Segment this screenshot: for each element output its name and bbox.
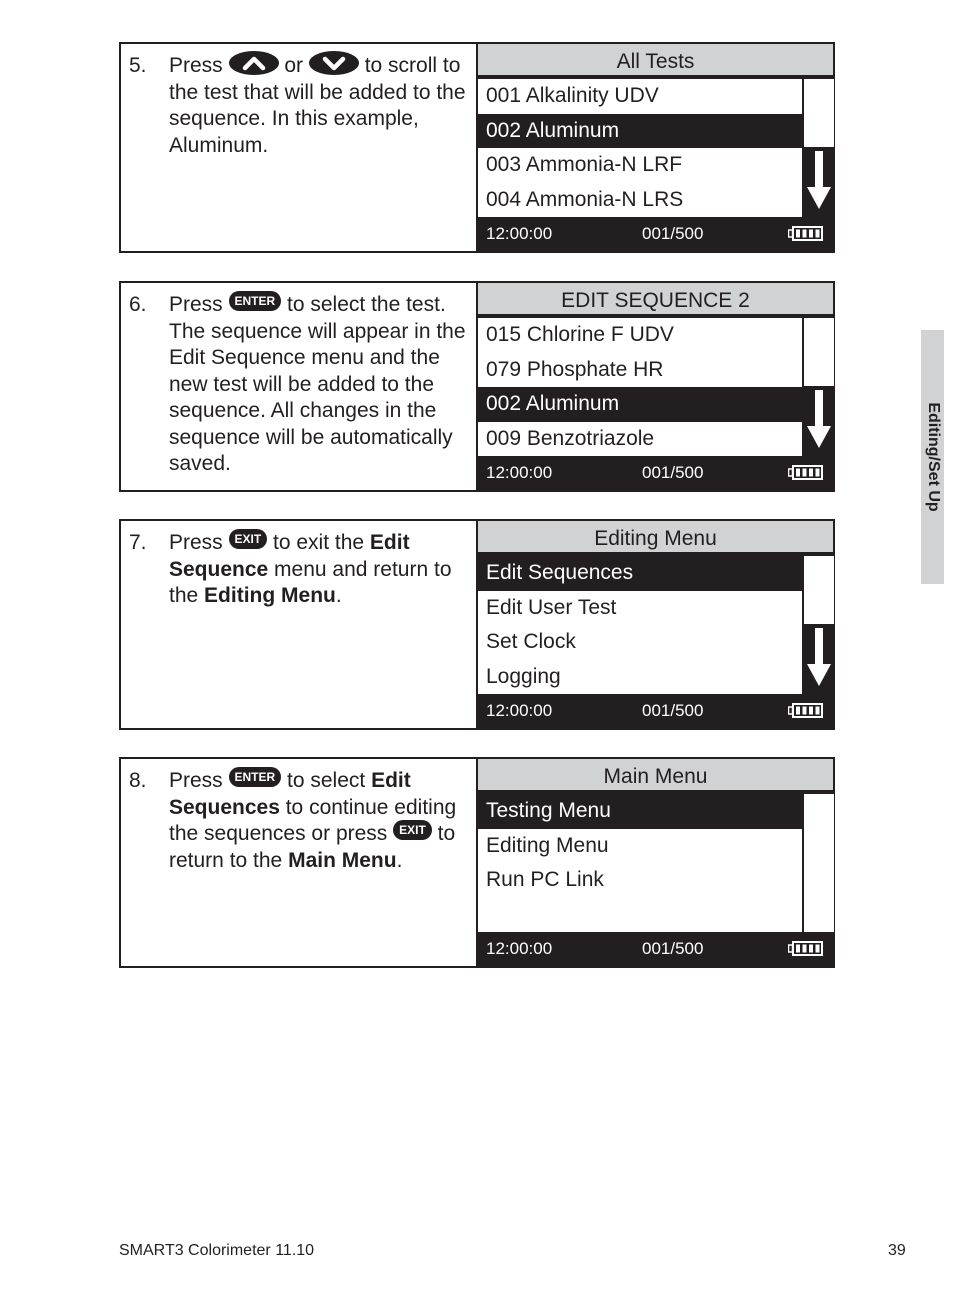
test-counter: 001/500 [642, 701, 704, 720]
scroll-down-arrow-icon [807, 151, 831, 209]
instruction-text: Press [169, 531, 229, 554]
scroll-down-arrow-icon [807, 390, 831, 448]
device-screen: All Tests 001 Alkalinity UDV 002 Aluminum 0… [478, 44, 834, 251]
battery-icon [788, 465, 823, 480]
menu-item-selected[interactable]: Testing Menu [478, 794, 802, 829]
step-instructions: 5. Press or to scroll to the test that wi… [121, 44, 478, 251]
step-instructions: 8. Press ENTER to select Edit Sequences t… [121, 759, 478, 966]
device-screen: Main Menu Testing Menu Editing Menu Run PC … [478, 759, 834, 966]
step-instructions: 6. Press ENTER to select the test. The se… [121, 283, 478, 490]
scroll-thumb[interactable] [804, 556, 834, 624]
menu-item[interactable] [478, 897, 802, 932]
section-tab-label: Editing/Set Up [924, 402, 942, 512]
emphasis-text: Editing Menu [204, 584, 336, 607]
menu-item[interactable]: 003 Ammonia-N LRF [478, 148, 802, 183]
step-body: Press EXIT to exit the Edit Sequence men… [169, 529, 466, 610]
step-instructions: 7. Press EXIT to exit the Edit Sequence m… [121, 521, 478, 728]
page-number: 39 [888, 1242, 906, 1259]
menu-item[interactable]: 079 Phosphate HR [478, 352, 802, 387]
screen-title: Main Menu [478, 759, 833, 792]
screen-title: EDIT SEQUENCE 2 [478, 283, 833, 316]
instruction-text: Press [169, 769, 229, 792]
clock-time: 12:00:00 [486, 701, 553, 720]
test-counter: 001/500 [642, 224, 704, 243]
section-side-tab: Editing/Set Up [921, 330, 944, 584]
menu-list: 001 Alkalinity UDV 002 Aluminum 003 Ammoni… [478, 79, 802, 217]
emphasis-text: Main Menu [288, 848, 397, 872]
menu-item[interactable]: Run PC Link [478, 863, 802, 898]
instruction-text: to exit the [267, 531, 370, 554]
instruction-text: to select the test. The sequence will ap… [169, 293, 466, 475]
scrollbar[interactable] [804, 556, 834, 694]
down-arrow-key-icon [308, 51, 359, 76]
menu-item[interactable]: 009 Benzotriazole [478, 421, 802, 456]
test-counter: 001/500 [642, 939, 704, 958]
clock-time: 12:00:00 [486, 463, 553, 482]
device-screen: Editing Menu Edit Sequences Edit User Test… [478, 521, 834, 728]
step-panel: 7. Press EXIT to exit the Edit Sequence m… [119, 519, 835, 730]
menu-item-selected[interactable]: Edit Sequences [478, 556, 802, 591]
clock-time: 12:00:00 [486, 224, 553, 243]
menu-item-selected[interactable]: 002 Aluminum [478, 387, 802, 422]
step-number: 5. [129, 54, 147, 77]
menu-item-selected[interactable]: 002 Aluminum [478, 113, 802, 148]
status-bar: 12:00:00 001/500 [478, 690, 833, 728]
step-number: 8. [129, 769, 147, 792]
test-counter: 001/500 [642, 463, 704, 482]
exit-key-icon: EXIT [228, 529, 268, 550]
menu-item[interactable]: Logging [478, 659, 802, 694]
scrollbar[interactable] [804, 794, 834, 932]
screen-title: All Tests [478, 44, 833, 77]
menu-item[interactable]: Set Clock [478, 625, 802, 660]
enter-key-icon: ENTER [228, 767, 282, 788]
battery-icon [788, 703, 823, 718]
scroll-track [804, 794, 834, 932]
menu-item[interactable]: 004 Ammonia-N LRS [478, 182, 802, 217]
enter-key-icon: ENTER [228, 291, 282, 312]
device-screen: EDIT SEQUENCE 2 015 Chlorine F UDV 079 Pho… [478, 283, 834, 490]
step-panel: 5. Press or to scroll to the test that wi… [119, 42, 835, 253]
instruction-text: to select [281, 769, 372, 792]
instruction-text: Press [169, 54, 229, 77]
step-body: Press or to scroll to the test that will… [169, 51, 466, 159]
instruction-text: or [278, 54, 309, 77]
scroll-thumb[interactable] [804, 79, 834, 147]
menu-list: Edit Sequences Edit User Test Set Clock Log… [478, 556, 802, 694]
scroll-down-arrow-icon [807, 628, 831, 686]
step-number: 7. [129, 531, 147, 554]
menu-item[interactable]: 015 Chlorine F UDV [478, 318, 802, 353]
clock-time: 12:00:00 [486, 939, 553, 958]
status-bar: 12:00:00 001/500 [478, 213, 833, 251]
step-body: Press ENTER to select Edit Sequences to … [169, 767, 466, 874]
status-bar: 12:00:00 001/500 [478, 452, 833, 490]
up-arrow-key-icon [228, 51, 279, 76]
scroll-thumb[interactable] [804, 318, 834, 386]
step-number: 6. [129, 293, 147, 316]
menu-list: Testing Menu Editing Menu Run PC Link [478, 794, 802, 932]
step-panel: 6. Press ENTER to select the test. The se… [119, 281, 835, 492]
instruction-text: Press [169, 293, 229, 316]
menu-list: 015 Chlorine F UDV 079 Phosphate HR 002 Al… [478, 318, 802, 456]
instruction-text: . [335, 584, 342, 607]
step-body: Press ENTER to select the test. The sequ… [169, 291, 466, 478]
status-bar: 12:00:00 001/500 [478, 928, 833, 966]
scrollbar[interactable] [804, 318, 834, 456]
menu-item[interactable]: 001 Alkalinity UDV [478, 79, 802, 114]
instruction-text: . [396, 848, 403, 872]
battery-icon [788, 941, 823, 956]
battery-icon [788, 226, 823, 241]
document-title: SMART3 Colorimeter 11.10 [119, 1242, 315, 1259]
step-panel: 8. Press ENTER to select Edit Sequences t… [119, 757, 835, 968]
screen-title: Editing Menu [478, 521, 833, 554]
menu-item[interactable]: Edit User Test [478, 590, 802, 625]
exit-key-icon: EXIT [393, 820, 432, 841]
menu-item[interactable]: Editing Menu [478, 828, 802, 863]
scrollbar[interactable] [804, 79, 834, 217]
